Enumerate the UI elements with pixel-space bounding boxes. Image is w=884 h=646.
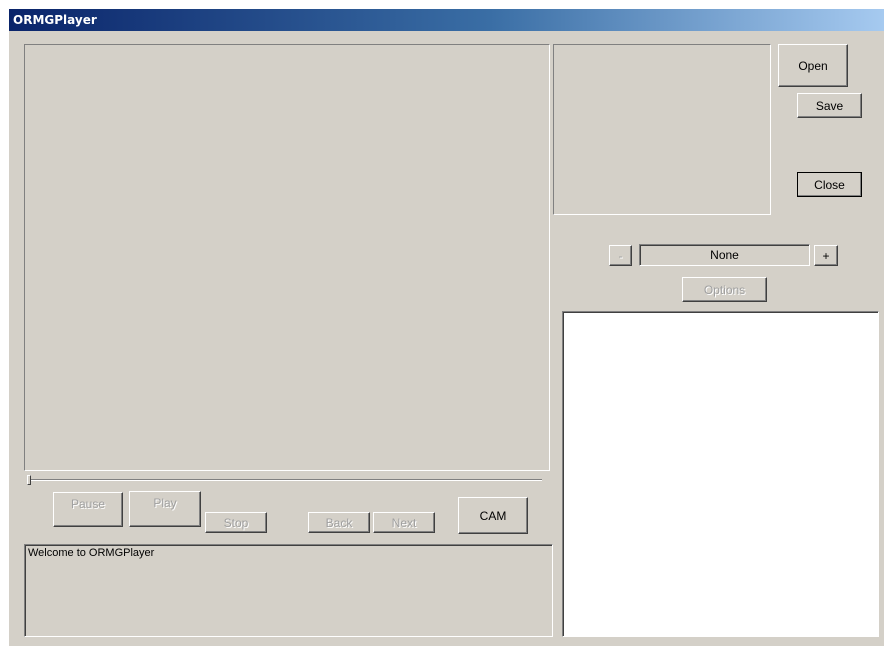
pause-button[interactable]: Pause xyxy=(53,492,123,527)
status-message: Welcome to ORMGPlayer xyxy=(28,547,155,559)
selection-value: None xyxy=(710,248,739,262)
stop-button[interactable]: Stop xyxy=(205,512,267,533)
title-bar[interactable]: ORMGPlayer xyxy=(9,9,884,31)
seek-slider-thumb[interactable] xyxy=(27,475,31,485)
status-log: Welcome to ORMGPlayer xyxy=(24,544,553,637)
save-button[interactable]: Save xyxy=(797,93,862,118)
decrement-button[interactable]: - xyxy=(609,245,632,266)
open-button[interactable]: Open xyxy=(778,44,848,87)
video-display-panel xyxy=(24,44,550,471)
seek-track[interactable] xyxy=(27,479,542,481)
window-title: ORMGPlayer xyxy=(13,13,97,27)
back-button[interactable]: Back xyxy=(308,512,370,533)
increment-button[interactable]: + xyxy=(814,245,838,266)
close-button[interactable]: Close xyxy=(797,172,862,197)
app-window: ORMGPlayer Pause Play Stop Back Next CAM… xyxy=(9,9,884,646)
preview-panel xyxy=(553,44,771,215)
cam-button[interactable]: CAM xyxy=(458,497,528,534)
selection-display: None xyxy=(639,244,810,266)
next-button[interactable]: Next xyxy=(373,512,435,533)
item-list[interactable] xyxy=(562,311,879,637)
options-button[interactable]: Options xyxy=(682,277,767,302)
play-button[interactable]: Play xyxy=(129,491,201,527)
